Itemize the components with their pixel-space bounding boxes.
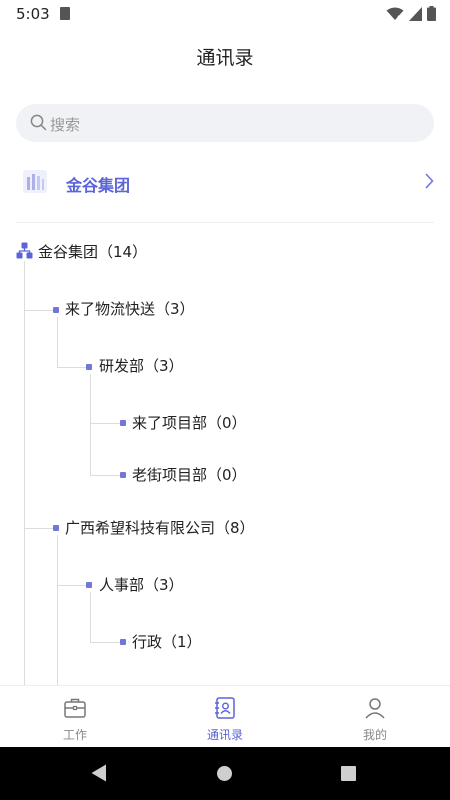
tree-line bbox=[57, 535, 58, 685]
tab-contacts[interactable]: 通讯录 bbox=[150, 686, 300, 748]
chevron-right-icon bbox=[425, 173, 434, 189]
home-icon[interactable] bbox=[217, 766, 232, 781]
tree-node[interactable]: 研发部（3） bbox=[99, 355, 184, 376]
tree-line bbox=[90, 592, 91, 642]
org-tree-icon bbox=[16, 242, 33, 259]
battery-icon bbox=[427, 6, 436, 21]
tree-node[interactable]: 行政（1） bbox=[132, 631, 202, 652]
search-input[interactable]: 搜索 bbox=[16, 104, 434, 142]
tree-node-dot bbox=[120, 472, 126, 478]
tab-me-label: 我的 bbox=[362, 728, 387, 742]
tab-me[interactable]: 我的 bbox=[300, 686, 450, 748]
tree-node-dot bbox=[53, 307, 59, 313]
briefcase-icon bbox=[64, 698, 86, 718]
status-time: 5:03 bbox=[16, 5, 50, 23]
tree-line bbox=[90, 642, 120, 643]
bottom-tab-bar: 工作 通讯录 我的 bbox=[0, 685, 450, 747]
user-icon bbox=[365, 698, 385, 719]
tree-node[interactable]: 来了物流快送（3） bbox=[65, 298, 195, 319]
tree-line bbox=[24, 310, 54, 311]
tree-node[interactable]: 老街项目部（0） bbox=[132, 464, 247, 485]
status-icons bbox=[386, 6, 436, 21]
tree-node-dot bbox=[120, 420, 126, 426]
tree-line bbox=[90, 423, 120, 424]
tree-line bbox=[90, 475, 120, 476]
tree-node[interactable]: 人事部（3） bbox=[99, 574, 184, 595]
tree-node-root[interactable]: 金谷集团（14） bbox=[38, 241, 147, 262]
tree-node-dot bbox=[53, 525, 59, 531]
org-name: 金谷集团 bbox=[66, 176, 131, 195]
status-bar: 5:03 bbox=[0, 0, 450, 28]
tree-line bbox=[57, 367, 87, 368]
tab-contacts-label: 通讯录 bbox=[206, 728, 243, 742]
tree-line bbox=[24, 528, 54, 529]
tree-node-dot bbox=[120, 639, 126, 645]
search-placeholder: 搜索 bbox=[50, 116, 81, 134]
back-icon[interactable] bbox=[91, 764, 107, 782]
sd-card-icon bbox=[60, 7, 70, 20]
building-icon bbox=[23, 170, 47, 193]
system-nav-bar bbox=[0, 747, 450, 800]
tree-line bbox=[24, 261, 25, 685]
tab-work-label: 工作 bbox=[62, 728, 87, 742]
tree-node-dot bbox=[86, 582, 92, 588]
org-row[interactable]: 金谷集团 bbox=[0, 158, 450, 206]
tree-line bbox=[90, 374, 91, 475]
title-bar: 通讯录 bbox=[0, 28, 450, 88]
tree-line bbox=[57, 317, 58, 367]
recent-apps-icon[interactable] bbox=[341, 766, 356, 781]
tree-node-dot bbox=[86, 364, 92, 370]
contacts-icon bbox=[215, 697, 235, 719]
tree-node[interactable]: 广西希望科技有限公司（8） bbox=[65, 517, 255, 538]
tree-line bbox=[57, 585, 87, 586]
org-tree: 金谷集团（14） 来了物流快送（3） 研发部（3） 来了项目部（0） 老街项目部… bbox=[0, 223, 450, 685]
tab-work[interactable]: 工作 bbox=[0, 686, 150, 748]
page-title: 通讯录 bbox=[196, 47, 254, 69]
tree-node[interactable]: 来了项目部（0） bbox=[132, 412, 247, 433]
signal-icon bbox=[409, 6, 422, 21]
search-icon bbox=[30, 114, 47, 131]
wifi-icon bbox=[386, 7, 404, 21]
